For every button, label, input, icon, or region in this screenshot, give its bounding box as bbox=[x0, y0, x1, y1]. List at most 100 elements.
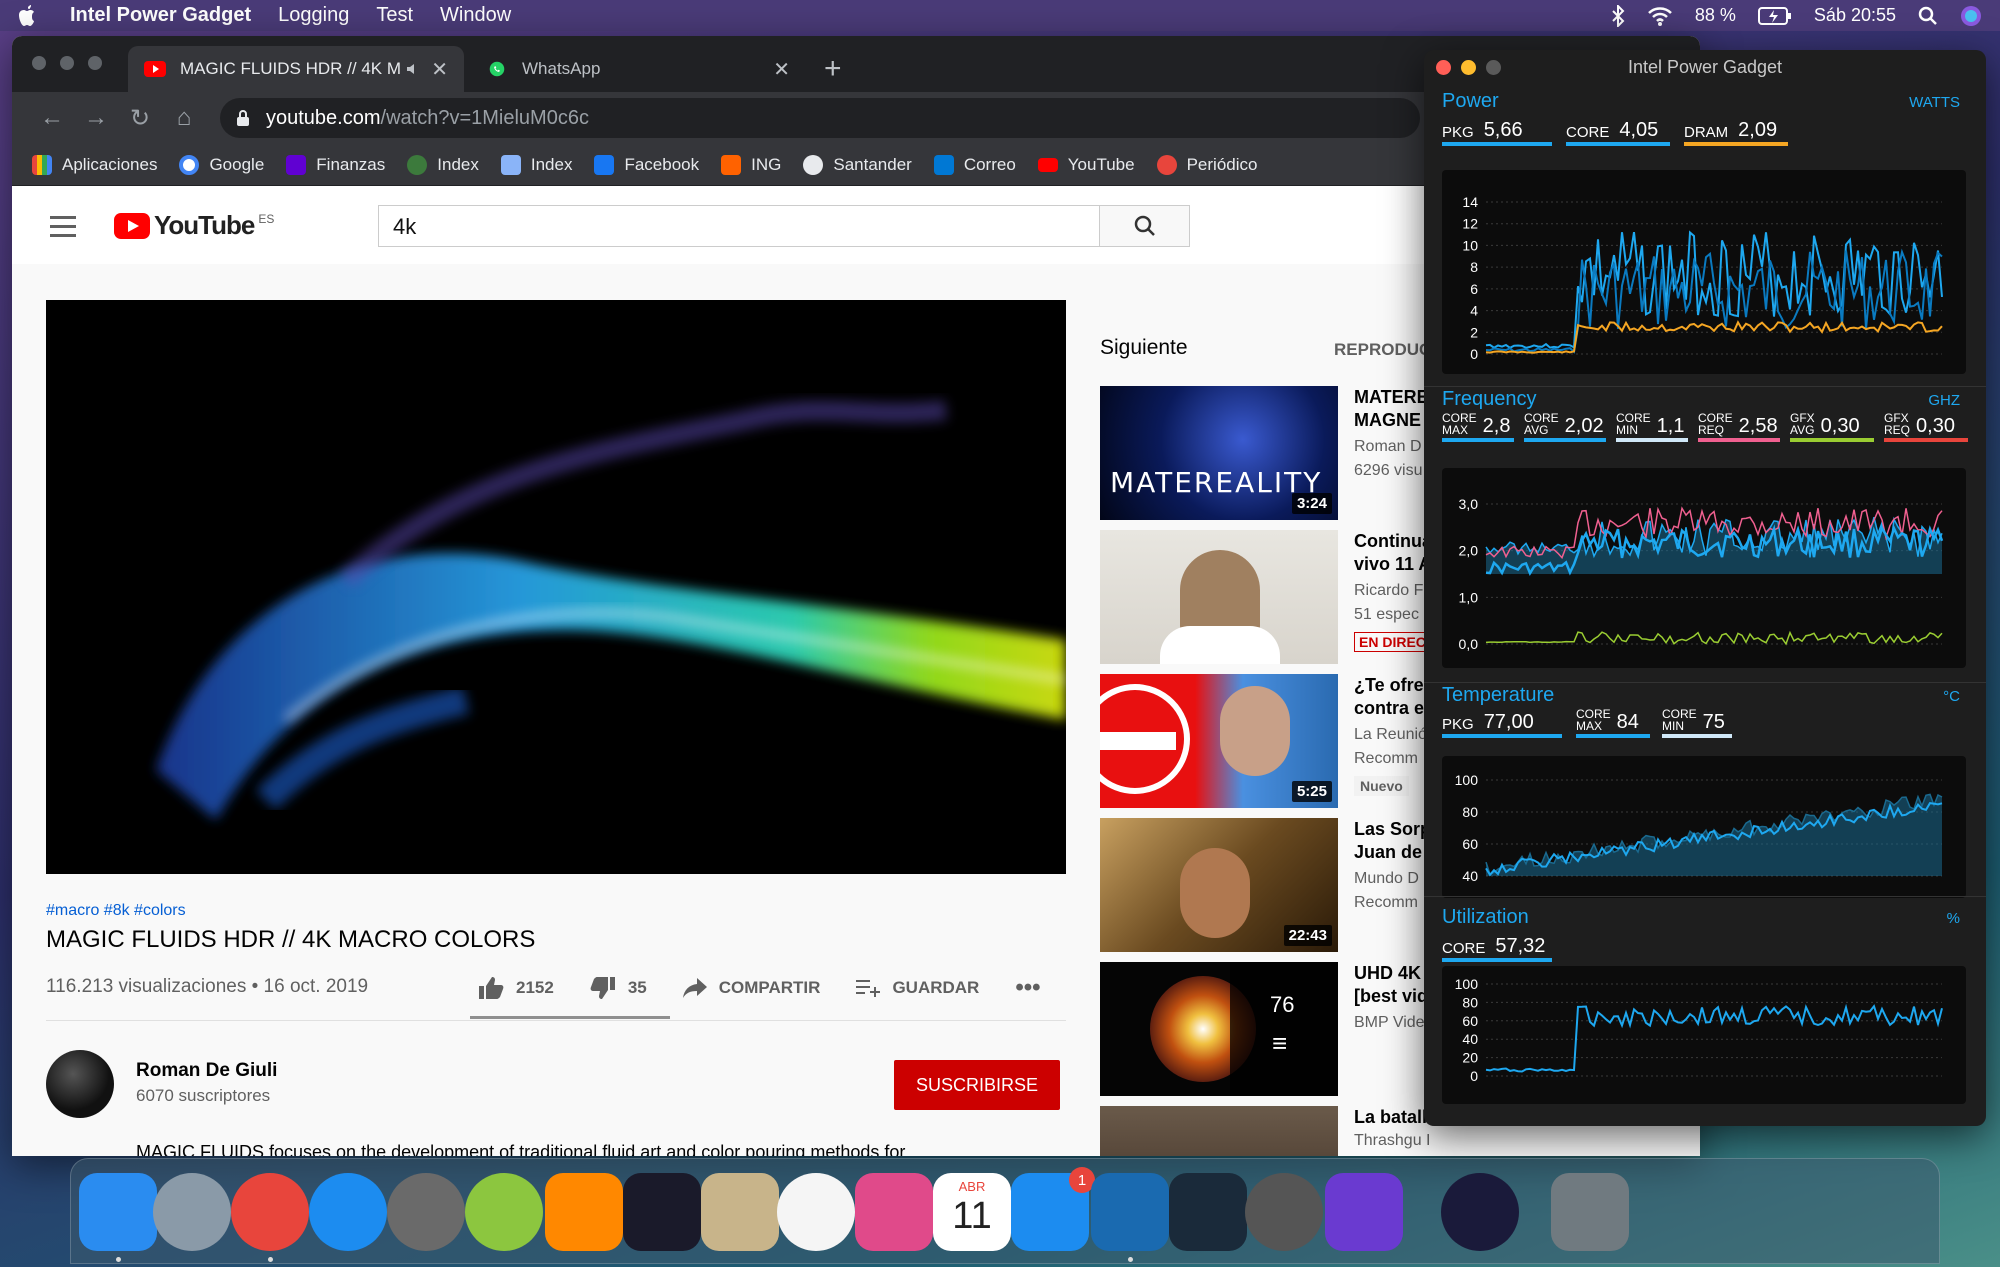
dislike-button[interactable]: 35 bbox=[590, 976, 647, 1000]
lock-icon[interactable] bbox=[236, 109, 250, 127]
search-button[interactable] bbox=[1099, 206, 1189, 246]
tab-whatsapp[interactable]: WhatsApp ✕ bbox=[470, 46, 806, 92]
safari-icon[interactable] bbox=[309, 1173, 387, 1251]
menu-window[interactable]: Window bbox=[440, 4, 511, 27]
intel-power-gadget-icon[interactable] bbox=[1091, 1173, 1169, 1251]
playlist-count: 76 bbox=[1270, 992, 1295, 1017]
bookmark-periodico[interactable]: Periódico bbox=[1156, 154, 1257, 175]
wifi-icon[interactable] bbox=[1647, 6, 1673, 26]
apps-grid-icon bbox=[32, 154, 52, 175]
search-input[interactable]: 4k bbox=[379, 206, 1099, 246]
thumbs-up-icon bbox=[479, 977, 504, 999]
photos-icon[interactable] bbox=[777, 1173, 855, 1251]
search-box: 4k bbox=[378, 205, 1190, 247]
trash-icon[interactable] bbox=[1551, 1173, 1629, 1251]
video-thumbnail[interactable] bbox=[1100, 530, 1338, 664]
spotlight-search-icon[interactable] bbox=[1918, 6, 1938, 26]
share-button[interactable]: COMPARTIR bbox=[682, 978, 820, 998]
video-thumbnail[interactable]: 5:25 bbox=[1100, 674, 1338, 808]
close-window-button[interactable] bbox=[1436, 60, 1451, 75]
reload-button[interactable]: ↻ bbox=[118, 104, 162, 133]
metric-core-util: CORE 57,32 bbox=[1442, 936, 1552, 962]
battery-icon[interactable] bbox=[1757, 6, 1792, 25]
more-options-icon[interactable]: ••• bbox=[1015, 974, 1040, 1002]
cloud-drive-icon[interactable] bbox=[465, 1173, 543, 1251]
vlc-icon[interactable] bbox=[545, 1173, 623, 1251]
bookmark-finanzas[interactable]: Finanzas bbox=[286, 154, 385, 175]
apple-menu-icon[interactable] bbox=[18, 4, 40, 27]
y-tick-label: 80 bbox=[1462, 994, 1478, 1010]
menu-logging[interactable]: Logging bbox=[278, 4, 349, 27]
new-tab-button[interactable]: + bbox=[824, 52, 842, 86]
bookmark-facebook[interactable]: Facebook bbox=[594, 154, 699, 175]
video-thumbnail[interactable]: MATEREALITY 3:24 bbox=[1100, 386, 1338, 520]
utilization-graph-svg: 100 80 60 40 20 0 bbox=[1455, 976, 1943, 1084]
like-button[interactable]: 2152 bbox=[478, 976, 554, 1000]
imovie-icon[interactable] bbox=[1325, 1173, 1403, 1251]
mail-stamp-icon[interactable] bbox=[701, 1173, 779, 1251]
hamburger-menu-icon[interactable] bbox=[50, 216, 76, 243]
filmora-icon[interactable] bbox=[1169, 1173, 1247, 1251]
recommendation-reason: Recomm bbox=[1354, 894, 1419, 911]
running-indicator bbox=[1128, 1257, 1133, 1262]
quicktime-icon[interactable] bbox=[623, 1173, 701, 1251]
app-menu[interactable]: Intel Power Gadget bbox=[70, 4, 251, 27]
video-thumbnail[interactable]: 22:43 bbox=[1100, 818, 1338, 952]
final-cut-icon[interactable] bbox=[1245, 1173, 1323, 1251]
bookmark-aplicaciones[interactable]: Aplicaciones bbox=[32, 154, 157, 175]
bookmark-correo[interactable]: Correo bbox=[933, 154, 1016, 175]
save-button[interactable]: GUARDAR bbox=[856, 978, 979, 998]
close-window-button[interactable] bbox=[32, 56, 46, 70]
menu-test[interactable]: Test bbox=[376, 4, 413, 27]
siri-icon[interactable] bbox=[1960, 5, 1982, 27]
tab-youtube[interactable]: MAGIC FLUIDS HDR // 4K M ✕ bbox=[128, 46, 464, 92]
close-tab-icon[interactable]: ✕ bbox=[431, 57, 448, 82]
speaker-muted-icon[interactable] bbox=[405, 61, 421, 77]
divider bbox=[1424, 682, 1986, 683]
country-code: ES bbox=[258, 211, 275, 226]
bluetooth-icon[interactable] bbox=[1611, 4, 1625, 27]
autoplay-label[interactable]: REPRODUC bbox=[1334, 340, 1431, 360]
subscribe-button[interactable]: SUSCRIBIRSE bbox=[894, 1060, 1060, 1110]
bookmark-youtube[interactable]: YouTube bbox=[1037, 155, 1135, 175]
frequency-metrics: CORE MAX 2,8 CORE AVG 2,02 CORE MIN 1,1 CORE RE… bbox=[1442, 412, 1968, 442]
back-button[interactable]: ← bbox=[30, 104, 74, 132]
core-util-line bbox=[1485, 1003, 1943, 1073]
siri-icon[interactable] bbox=[1441, 1173, 1519, 1251]
video-player[interactable] bbox=[46, 300, 1066, 874]
video-thumbnail[interactable]: 76 ≡ bbox=[1100, 962, 1338, 1096]
temperature-metrics: PKG 77,00 CORE MAX 84 CORE MIN 75 bbox=[1442, 708, 1746, 738]
running-indicator bbox=[116, 1257, 121, 1262]
power-graph: 14 12 10 8 6 4 2 0 bbox=[1442, 170, 1966, 374]
launchpad-icon[interactable] bbox=[153, 1173, 231, 1251]
globe-icon bbox=[803, 154, 824, 175]
bookmark-index-2[interactable]: Index bbox=[500, 154, 572, 175]
clock[interactable]: Sáb 20:55 bbox=[1814, 5, 1896, 26]
channel-avatar[interactable] bbox=[46, 1050, 114, 1118]
video-hashtags[interactable]: #macro #8k #colors bbox=[46, 902, 186, 920]
bookmark-santander[interactable]: Santander bbox=[803, 154, 912, 175]
chrome-icon[interactable] bbox=[231, 1173, 309, 1251]
home-button[interactable]: ⌂ bbox=[162, 104, 206, 132]
app-store-icon[interactable]: 1 bbox=[1011, 1167, 1095, 1251]
minimize-window-button[interactable] bbox=[1461, 60, 1476, 75]
zoom-window-button[interactable] bbox=[88, 56, 102, 70]
channel-name[interactable]: Roman De Giuli bbox=[136, 1060, 277, 1082]
index-icon bbox=[407, 154, 428, 175]
zoom-window-button[interactable] bbox=[1486, 60, 1501, 75]
bookmark-index-1[interactable]: Index bbox=[407, 154, 479, 175]
video-thumbnail[interactable] bbox=[1100, 1106, 1338, 1156]
bookmark-google[interactable]: Google bbox=[179, 154, 264, 175]
finder-icon[interactable] bbox=[79, 1173, 157, 1251]
close-tab-icon[interactable]: ✕ bbox=[773, 57, 790, 82]
frequency-graph: 3,0 2,0 1,0 0,0 bbox=[1442, 468, 1966, 668]
calendar-icon[interactable]: ABR 11 bbox=[933, 1173, 1011, 1251]
forward-button[interactable]: → bbox=[74, 104, 118, 132]
minimize-window-button[interactable] bbox=[60, 56, 74, 70]
bookmark-ing[interactable]: ING bbox=[721, 154, 781, 175]
screen-display-icon[interactable] bbox=[855, 1173, 933, 1251]
address-bar[interactable]: youtube.com/watch?v=1MieluM0c6c bbox=[220, 98, 1420, 138]
system-preferences-icon[interactable] bbox=[387, 1173, 465, 1251]
youtube-logo[interactable]: YouTube ES bbox=[114, 210, 274, 241]
window-controls bbox=[1436, 60, 1501, 75]
